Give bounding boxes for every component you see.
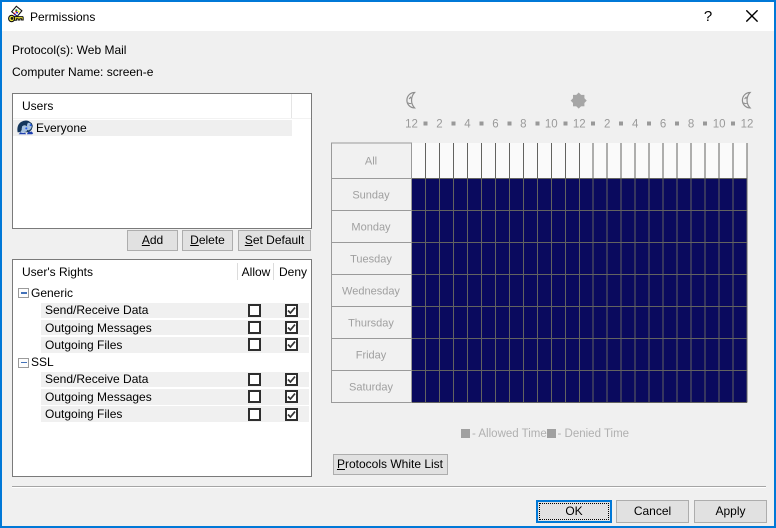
svg-text:Friday: Friday <box>356 349 387 361</box>
svg-text:Thursday: Thursday <box>348 317 394 329</box>
svg-text:6: 6 <box>660 119 666 131</box>
svg-text:Wednesday: Wednesday <box>342 285 400 297</box>
svg-text:10: 10 <box>545 119 558 131</box>
svg-text:Tuesday: Tuesday <box>350 253 392 265</box>
svg-text:2: 2 <box>436 119 442 131</box>
svg-text:12: 12 <box>573 119 586 131</box>
svg-text:12: 12 <box>405 119 418 131</box>
svg-text:12: 12 <box>741 119 754 131</box>
svg-text:Sunday: Sunday <box>352 189 390 201</box>
svg-text:6: 6 <box>492 119 498 131</box>
svg-text:Monday: Monday <box>351 221 391 233</box>
svg-text:All: All <box>365 156 377 168</box>
svg-text:10: 10 <box>713 119 726 131</box>
svg-text:Saturday: Saturday <box>349 381 394 393</box>
svg-text:2: 2 <box>604 119 610 131</box>
svg-text:8: 8 <box>688 119 694 131</box>
svg-text:4: 4 <box>464 119 471 131</box>
svg-text:8: 8 <box>520 119 526 131</box>
svg-text:4: 4 <box>632 119 639 131</box>
